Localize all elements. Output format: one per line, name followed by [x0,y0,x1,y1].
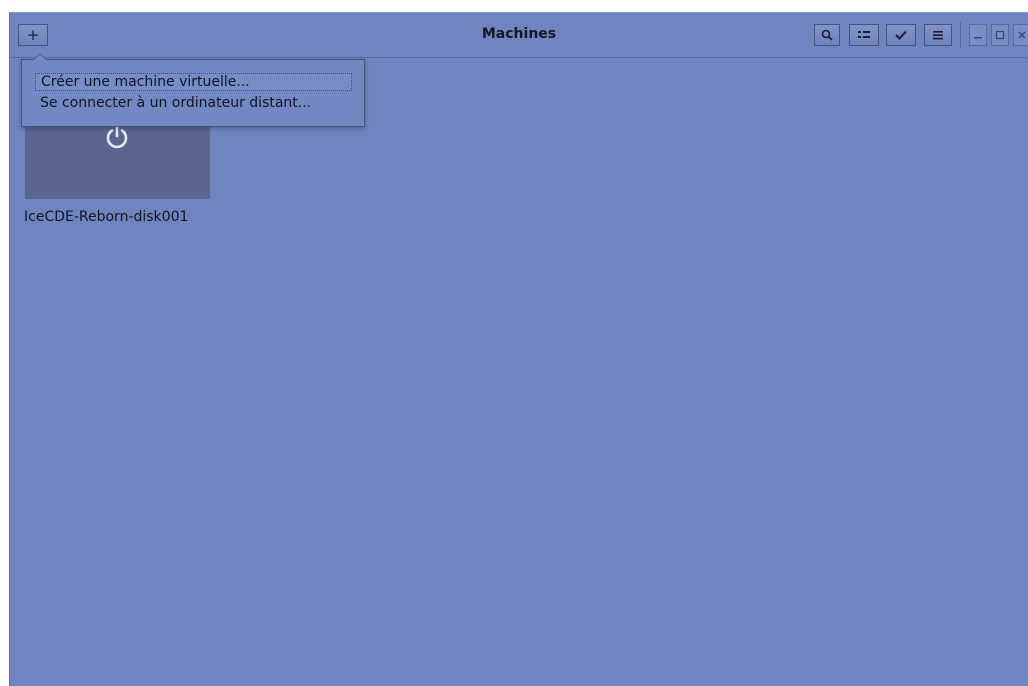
search-icon [821,29,833,41]
maximize-button[interactable] [991,24,1009,46]
power-icon [106,125,128,149]
close-icon [1018,31,1026,39]
popover-arrow-fill [34,54,46,60]
header-bar: + Machines [10,13,1028,58]
minimize-button[interactable] [969,24,987,46]
menu-item-create-vm[interactable]: Créer une machine virtuelle... [35,73,352,91]
minimize-icon [974,37,982,39]
maximize-icon [995,30,1005,40]
add-button[interactable]: + [18,24,48,46]
hamburger-menu-icon [933,31,943,40]
search-button[interactable] [814,24,840,46]
new-machine-popover: Créer une machine virtuelle... Se connec… [21,53,365,127]
view-mode-icon [858,31,870,38]
plus-icon: + [26,26,40,44]
boxes-window: + Machines IceCDE-Reborn-disk001 Créer u… [9,12,1028,686]
menu-item-connect-remote[interactable]: Se connecter à un ordinateur distant... [35,94,316,112]
checkmark-icon [895,30,907,40]
select-mode-button[interactable] [886,24,916,46]
header-separator [960,22,961,48]
close-button[interactable] [1013,24,1028,46]
view-mode-button[interactable] [849,24,879,46]
machine-name[interactable]: IceCDE-Reborn-disk001 [24,209,188,225]
main-menu-button[interactable] [924,24,952,46]
